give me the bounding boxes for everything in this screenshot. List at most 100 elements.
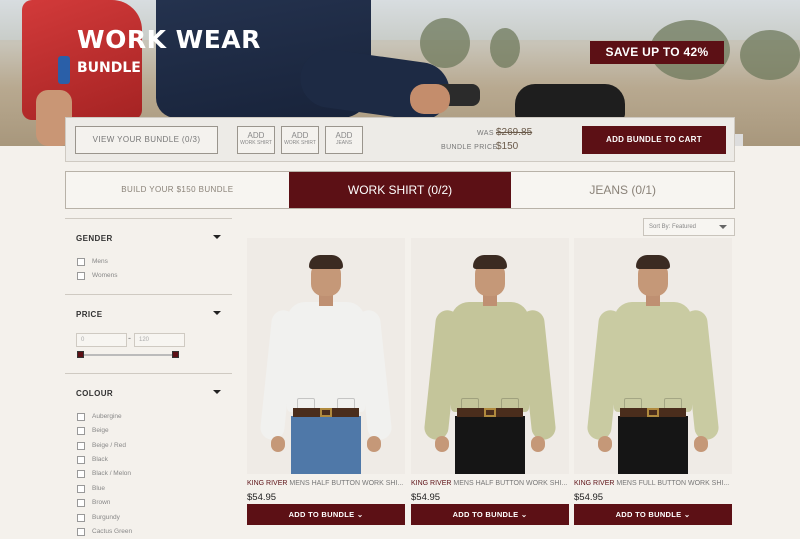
hero-tree	[740, 30, 800, 80]
checkbox[interactable]	[77, 272, 85, 281]
model-hand	[531, 436, 545, 452]
checkbox[interactable]	[77, 527, 85, 536]
hero-bag	[515, 84, 625, 120]
option-label: Black	[92, 455, 108, 463]
model-shirt	[614, 302, 692, 412]
bundle-slot-work-shirt-2[interactable]: ADD WORK SHIRT	[281, 126, 319, 154]
filter-option[interactable]: Cactus Green	[65, 527, 232, 539]
filter-price-header[interactable]: PRICE	[65, 295, 232, 333]
filter-option[interactable]: Beige / Red	[65, 441, 232, 455]
checkbox[interactable]	[77, 455, 85, 464]
price-max-input[interactable]: 120	[134, 332, 185, 347]
product-brand: KING RIVER	[247, 480, 288, 487]
option-label: Black / Melon	[92, 470, 132, 478]
hero-title: WORK WEAR	[77, 25, 261, 54]
filter-option[interactable]: Burgundy	[65, 513, 232, 527]
product-price: $54.95	[574, 492, 604, 503]
slot-label: ADD	[291, 131, 309, 140]
product-title[interactable]: KING RIVER MENS HALF BUTTON WORK SHI...	[247, 480, 405, 487]
product-image[interactable]	[574, 238, 732, 474]
checkbox[interactable]	[77, 499, 85, 508]
checkbox[interactable]	[77, 484, 85, 493]
filter-option[interactable]: Black	[65, 455, 232, 469]
model-pants	[455, 416, 525, 474]
view-bundle-button[interactable]: VIEW YOUR BUNDLE (0/3)	[75, 126, 218, 154]
filter-title: PRICE	[76, 309, 103, 319]
slot-label: ADD	[335, 131, 353, 140]
option-label: Mens	[92, 258, 108, 265]
hero-subtitle: BUNDLE	[77, 60, 141, 76]
model-pants	[291, 416, 361, 474]
slot-label: ADD	[247, 131, 265, 140]
was-label: WAS	[477, 130, 494, 137]
add-bundle-to-cart-button[interactable]: ADD BUNDLE TO CART	[582, 126, 726, 154]
option-label: Beige / Red	[92, 441, 126, 449]
colour-options: Aubergine Beige Beige / Red Black Black / Me…	[65, 412, 232, 539]
model-hand	[598, 436, 612, 452]
caret-down-icon	[213, 389, 221, 394]
model-hand	[367, 436, 381, 452]
checkbox[interactable]	[77, 258, 85, 266]
filter-gender-header[interactable]: GENDER	[65, 219, 232, 257]
checkbox[interactable]	[77, 412, 85, 421]
filter-option[interactable]: Brown	[65, 498, 232, 512]
add-to-bundle-button[interactable]: ADD TO BUNDLE ⌄	[247, 504, 405, 525]
filter-colour-header[interactable]: COLOUR	[65, 374, 232, 412]
option-label: Blue	[92, 484, 106, 492]
product-image[interactable]	[247, 238, 405, 474]
checkbox[interactable]	[77, 427, 85, 436]
product-title[interactable]: KING RIVER MENS FULL BUTTON WORK SHI...	[574, 480, 732, 487]
bundle-price: $150	[496, 141, 519, 152]
hero-tree	[420, 18, 470, 68]
model-shirt	[451, 302, 529, 412]
model-shirt	[287, 302, 365, 412]
belt-buckle	[320, 408, 332, 417]
model-hair	[636, 255, 670, 269]
model-pants	[618, 416, 688, 474]
hero-model-hand	[410, 84, 450, 114]
option-label: Aubergine	[92, 412, 122, 420]
was-price: $269.85	[496, 127, 533, 138]
checkbox[interactable]	[77, 513, 85, 522]
filter-sidebar: GENDER Mens Womens PRICE 0 - 120 COLOUR …	[65, 218, 232, 539]
hero-tree	[490, 28, 520, 68]
caret-down-icon	[213, 235, 221, 239]
model-hair	[473, 255, 507, 269]
bundle-slot-jeans[interactable]: ADD JEANS	[325, 126, 363, 154]
checkbox[interactable]	[77, 470, 85, 479]
sort-select[interactable]: Sort By: Featured	[643, 218, 735, 236]
tab-jeans[interactable]: JEANS (0/1)	[511, 172, 734, 208]
filter-option[interactable]: Beige	[65, 426, 232, 440]
price-slider-min-handle[interactable]	[77, 350, 84, 358]
sort-label: Sort By: Featured	[649, 224, 697, 230]
product-price: $54.95	[247, 492, 277, 503]
bundle-bar: VIEW YOUR BUNDLE (0/3) ADD WORK SHIRT AD…	[65, 117, 735, 162]
belt-buckle	[647, 408, 659, 417]
caret-down-icon	[213, 310, 221, 315]
price-range: 0 - 120	[65, 332, 232, 373]
product-brand: KING RIVER	[574, 480, 615, 487]
checkbox[interactable]	[77, 441, 85, 450]
product-image[interactable]	[411, 238, 569, 474]
filter-option[interactable]: Womens	[65, 271, 232, 285]
model-hair	[309, 255, 343, 269]
tab-build-bundle[interactable]: BUILD YOUR $150 BUNDLE	[66, 172, 289, 208]
model-hand	[694, 436, 708, 452]
add-to-bundle-button[interactable]: ADD TO BUNDLE ⌄	[411, 504, 569, 525]
filter-option[interactable]: Mens	[65, 257, 232, 271]
filter-option[interactable]: Blue	[65, 484, 232, 498]
option-label: Brown	[92, 499, 111, 507]
add-to-bundle-button[interactable]: ADD TO BUNDLE ⌄	[574, 504, 732, 525]
bundle-slot-work-shirt-1[interactable]: ADD WORK SHIRT	[237, 126, 275, 154]
model-hand	[271, 436, 285, 452]
filter-option[interactable]: Aubergine	[65, 412, 232, 426]
price-slider-track[interactable]	[80, 353, 176, 356]
filter-title: GENDER	[76, 234, 113, 243]
product-title[interactable]: KING RIVER MENS HALF BUTTON WORK SHI...	[411, 480, 569, 487]
price-slider-max-handle[interactable]	[172, 350, 179, 358]
slot-type: JEANS	[335, 140, 353, 146]
price-min-input[interactable]: 0	[76, 332, 127, 347]
filter-option[interactable]: Black / Melon	[65, 469, 232, 483]
tab-work-shirt[interactable]: WORK SHIRT (0/2)	[288, 172, 512, 208]
